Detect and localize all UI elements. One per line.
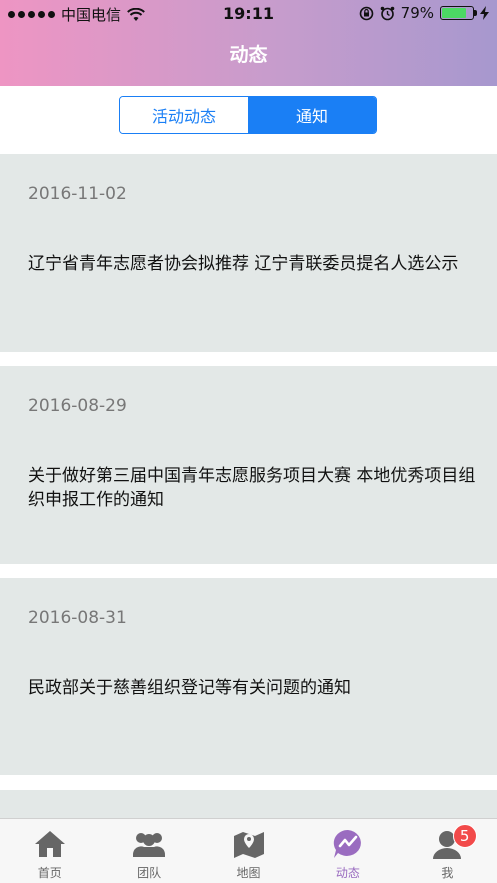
tab-map-label: 地图 <box>236 866 261 880</box>
tab-home-label: 首页 <box>37 866 62 880</box>
tab-home[interactable]: 首页 <box>0 819 99 883</box>
page-title: 动态 <box>229 44 268 66</box>
tab-activity-label: 动态 <box>335 866 360 880</box>
home-icon <box>34 831 65 857</box>
list-item[interactable]: 2016-08-29 关于做好第三届中国青年志愿服务项目大赛 本地优秀项目组织申… <box>0 366 497 564</box>
list-item-partial[interactable] <box>0 790 497 818</box>
battery-icon <box>440 6 477 20</box>
notification-badge: 5 <box>452 824 477 848</box>
segmented-control: 活动动态 通知 <box>119 96 377 134</box>
notice-title: 辽宁省青年志愿者协会拟推荐 辽宁青联委员提名人选公示 <box>28 254 459 274</box>
notice-title: 民政部关于慈善组织登记等有关问题的通知 <box>28 678 351 698</box>
segment-activity-news[interactable]: 活动动态 <box>120 97 248 133</box>
tab-activity[interactable]: 动态 <box>298 819 397 883</box>
status-right: 79% <box>359 4 489 22</box>
header: 中国电信 19:11 79% 动态 <box>0 0 497 86</box>
battery-percent: 79% <box>400 4 434 22</box>
segment-bar: 活动动态 通知 <box>0 86 497 154</box>
notice-title: 关于做好第三届中国青年志愿服务项目大赛 本地优秀项目组织申报工作的通知 <box>28 466 476 510</box>
map-icon <box>233 832 264 858</box>
charging-icon <box>480 6 489 20</box>
notice-date: 2016-08-29 <box>28 396 127 416</box>
notice-date: 2016-08-31 <box>28 608 127 628</box>
tab-team[interactable]: 团队 <box>99 819 198 883</box>
tab-me[interactable]: 我 5 <box>398 819 497 883</box>
team-icon <box>133 833 166 857</box>
tab-map[interactable]: 地图 <box>199 819 298 883</box>
notice-date: 2016-11-02 <box>28 184 127 204</box>
status-bar: 中国电信 19:11 79% <box>0 0 497 28</box>
notice-list: 2016-11-02 辽宁省青年志愿者协会拟推荐 辽宁青联委员提名人选公示 20… <box>0 154 497 818</box>
tab-bar: 首页 团队 地图 动态 我 5 <box>0 818 497 883</box>
tab-team-label: 团队 <box>137 866 162 880</box>
list-item[interactable]: 2016-08-31 民政部关于慈善组织登记等有关问题的通知 <box>0 578 497 775</box>
alarm-icon <box>380 6 394 20</box>
activity-icon <box>333 829 361 858</box>
tab-me-label: 我 <box>441 866 454 880</box>
list-item[interactable]: 2016-11-02 辽宁省青年志愿者协会拟推荐 辽宁青联委员提名人选公示 <box>0 154 497 352</box>
segment-notices[interactable]: 通知 <box>248 97 376 133</box>
rotation-lock-icon <box>359 6 373 20</box>
app-screen: 中国电信 19:11 79% 动态 活动动态 通知 2016-11-02 辽宁省… <box>0 0 497 883</box>
